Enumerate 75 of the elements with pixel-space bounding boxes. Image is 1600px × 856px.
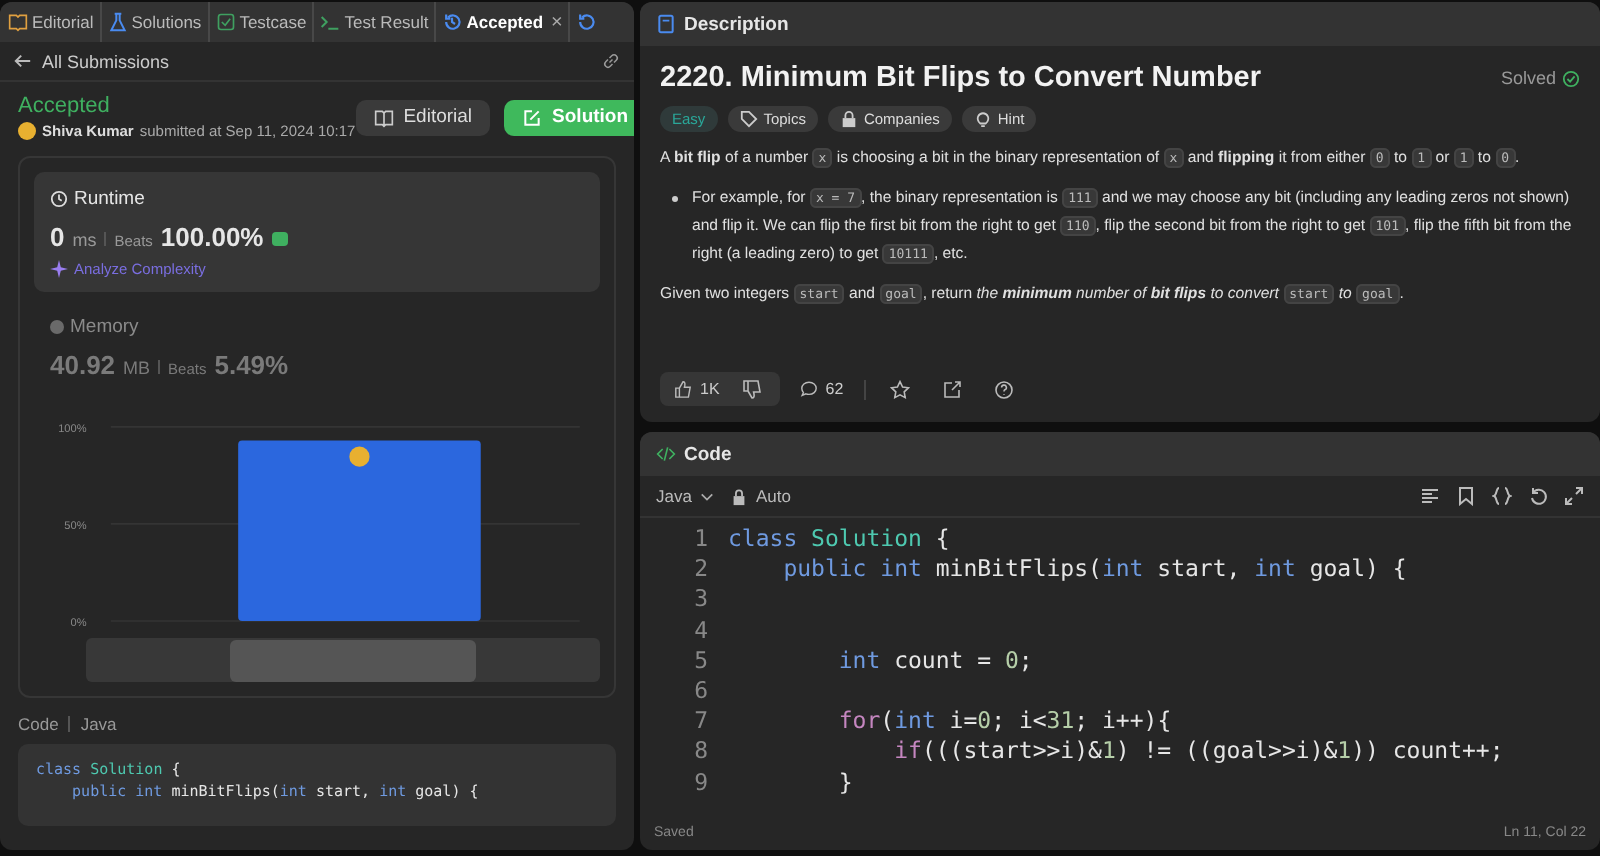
runtime-title: Runtime — [74, 188, 145, 210]
check-circle-icon — [1562, 69, 1580, 87]
link-icon[interactable] — [602, 52, 620, 70]
lock-icon — [839, 110, 858, 128]
share-icon[interactable] — [941, 379, 962, 399]
panel-tab[interactable]: Editorial — [2, 2, 102, 42]
code-line: int count = 0; — [838, 645, 1033, 676]
avatar-icon — [349, 446, 370, 467]
code-line: for(int i=0; i<31; i++){ — [838, 706, 1172, 737]
lock-icon — [729, 487, 748, 505]
history-icon — [442, 12, 463, 32]
reset-icon[interactable] — [1528, 486, 1548, 506]
mode-label[interactable]: Auto — [755, 486, 791, 506]
panel-title[interactable]: Code — [684, 443, 732, 465]
tag-icon — [739, 110, 758, 128]
memory-title: Memory — [70, 316, 139, 338]
language-label: Java — [80, 714, 117, 734]
edit-icon — [522, 107, 543, 127]
comment-icon — [799, 380, 818, 398]
sparkle-icon — [50, 260, 68, 278]
problem-title[interactable]: 2220. Minimum Bit Flips to Convert Number — [660, 62, 1495, 94]
memory-value: 40.92 — [50, 350, 116, 380]
code-label: Code — [18, 714, 59, 734]
line-number: 7 — [692, 706, 710, 737]
format-icon[interactable] — [1420, 486, 1440, 506]
terminal-icon — [320, 12, 341, 32]
runtime-beats: 100.00% — [160, 222, 264, 252]
line-number: 9 — [692, 767, 710, 798]
line-number: 6 — [692, 675, 710, 707]
back-link[interactable]: All Submissions — [14, 51, 170, 71]
runtime-unit: ms — [72, 230, 97, 250]
code-line: public int minBitFlips(int start, int goal) { — [783, 554, 1407, 585]
expand-icon[interactable] — [1564, 486, 1584, 506]
history-icon[interactable] — [576, 12, 597, 32]
solved-status: Solved — [1500, 68, 1556, 88]
close-icon[interactable]: × — [551, 11, 563, 33]
badge-icon — [271, 232, 288, 246]
memory-beats: 5.49% — [214, 350, 289, 380]
code-line: class Solution { — [728, 524, 950, 555]
flask-icon — [107, 12, 128, 32]
braces-icon[interactable] — [1492, 486, 1512, 506]
arrow-left-icon — [14, 52, 32, 70]
document-icon — [656, 14, 676, 34]
line-number: 8 — [692, 736, 710, 767]
code-line: if(((start>>i)&1) != ((goal>>i)&1)) count++; — [894, 736, 1504, 767]
line-number: 3 — [692, 584, 710, 616]
panel-tab[interactable]: Accepted × — [436, 2, 571, 42]
line-number: 2 — [692, 554, 710, 585]
status-text: Accepted — [18, 94, 112, 118]
help-icon[interactable] — [993, 379, 1014, 399]
panel-tab[interactable]: Test Result — [314, 2, 437, 42]
code-icon — [656, 444, 676, 464]
bookmark-icon[interactable] — [1456, 486, 1476, 506]
editorial-button[interactable]: Editorial — [355, 99, 491, 135]
chevron-down-icon — [699, 489, 714, 503]
book-icon — [373, 107, 394, 127]
line-number: 5 — [692, 645, 710, 676]
line-number: 1 — [692, 524, 710, 555]
book-icon — [8, 12, 28, 32]
language-dropdown[interactable]: Java — [656, 486, 714, 506]
comments-button[interactable]: 62 — [795, 376, 848, 402]
line-number: 4 — [692, 615, 710, 646]
thumbs-down-icon[interactable] — [741, 379, 762, 399]
clock-icon — [50, 190, 68, 208]
runtime-value: 0 — [50, 222, 65, 252]
lightbulb-icon — [973, 110, 992, 128]
avatar-icon — [18, 122, 36, 140]
star-icon[interactable] — [889, 379, 910, 399]
panel-title[interactable]: Description — [684, 13, 789, 35]
panel-tab[interactable]: Solutions — [101, 2, 210, 42]
thumbs-up-icon — [674, 380, 692, 398]
code-line: } — [838, 767, 853, 798]
memory-unit: MB — [123, 358, 151, 378]
checkbox-icon — [215, 12, 236, 32]
panel-tab[interactable]: Testcase — [209, 2, 315, 42]
